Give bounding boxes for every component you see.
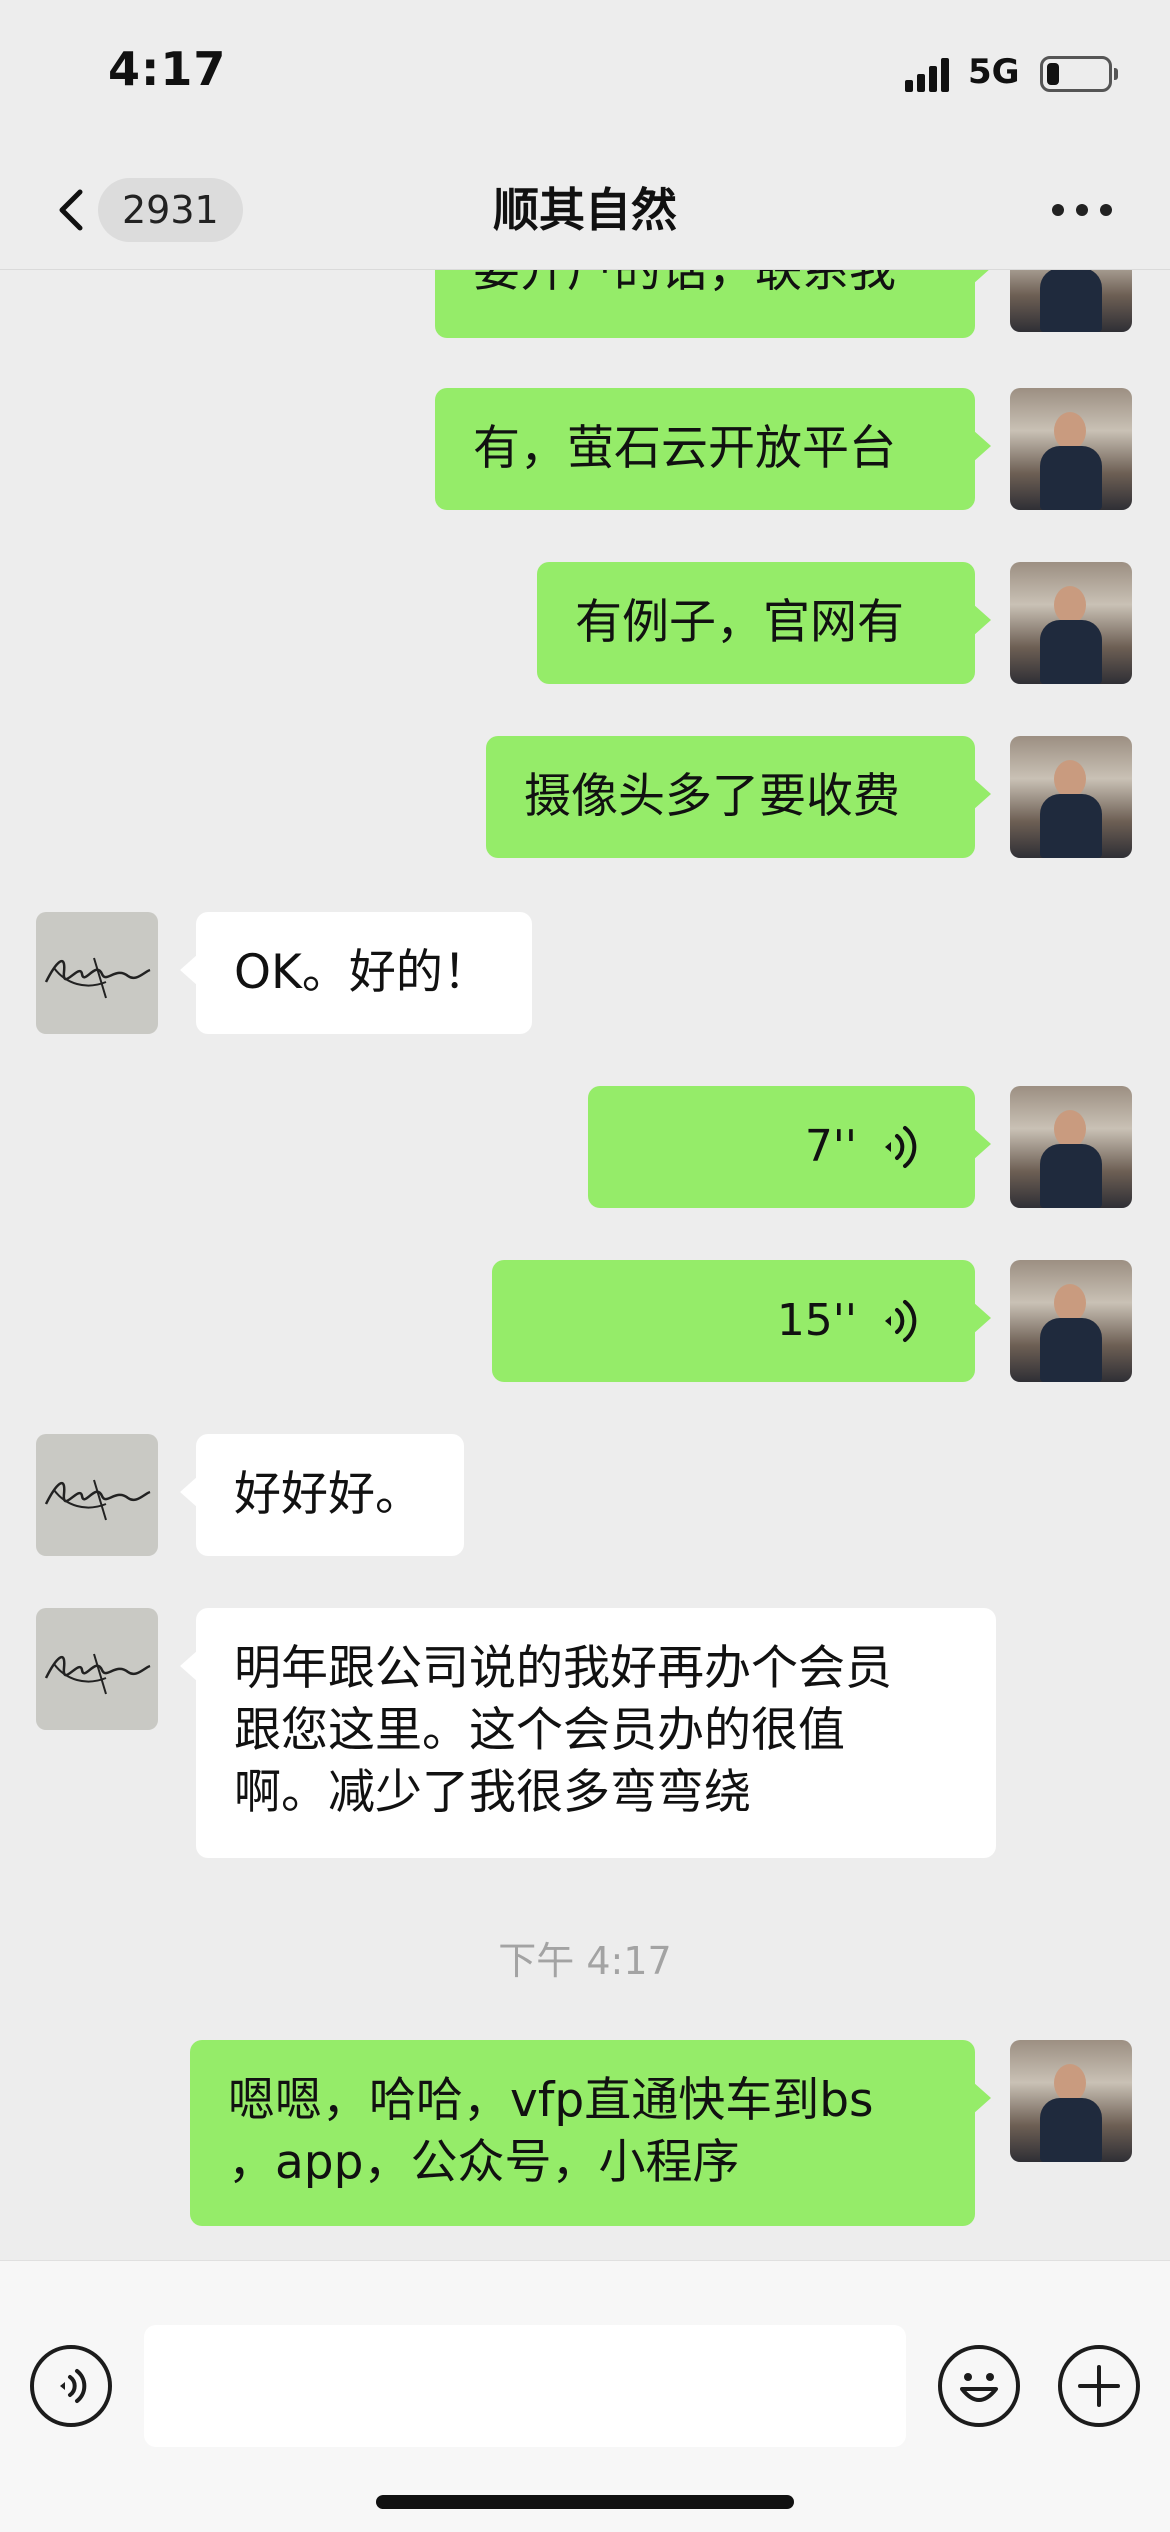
message-list[interactable]: 要开户的话，联系我 有，萤石云开放平台 有例子，官网有 摄像头多了要收费 OK。… xyxy=(0,270,1170,2260)
voice-duration: 15'' xyxy=(776,1295,857,1346)
battery-icon xyxy=(1040,56,1118,92)
my-avatar[interactable] xyxy=(1010,2040,1132,2162)
my-avatar[interactable] xyxy=(1010,1260,1132,1382)
voice-message-bubble[interactable]: 7'' xyxy=(588,1086,991,1208)
contact-avatar[interactable] xyxy=(36,1434,158,1556)
more-dots-icon[interactable] xyxy=(1052,198,1112,218)
message-bubble[interactable]: 摄像头多了要收费 xyxy=(486,736,991,858)
my-avatar[interactable] xyxy=(1010,736,1132,858)
chat-header: 2931 顺其自然 xyxy=(0,150,1170,270)
message-text: 有，萤石云开放平台 xyxy=(473,421,896,476)
message-bubble[interactable]: 有，萤石云开放平台 xyxy=(435,388,991,510)
message-text: 有例子，官网有 xyxy=(575,595,904,650)
voice-wave-icon xyxy=(885,1126,917,1168)
message-bubble[interactable]: 要开户的话，联系我 xyxy=(435,270,991,338)
home-indicator[interactable] xyxy=(376,2495,794,2509)
voice-wave-icon xyxy=(885,1300,917,1342)
message-text: 摄像头多了要收费 xyxy=(524,769,900,824)
message-input[interactable] xyxy=(144,2325,906,2447)
voice-input-icon[interactable] xyxy=(30,2345,112,2427)
plus-icon[interactable] xyxy=(1058,2345,1140,2427)
message-bubble[interactable]: OK。好的！ xyxy=(180,912,532,1034)
message-timestamp: 下午 4:17 xyxy=(498,1939,672,1983)
message-text: 要开户的话，联系我 xyxy=(473,270,896,298)
my-avatar[interactable] xyxy=(1010,1086,1132,1208)
message-text: OK。好的！ xyxy=(234,945,490,1000)
voice-message-bubble[interactable]: 15'' xyxy=(492,1260,991,1382)
status-time: 4:17 xyxy=(108,42,227,96)
message-text: 好好好。 xyxy=(234,1467,422,1522)
message-bubble[interactable]: 有例子，官网有 xyxy=(537,562,991,684)
message-bubble[interactable]: 好好好。 xyxy=(180,1434,464,1556)
my-avatar[interactable] xyxy=(1010,270,1132,332)
contact-avatar[interactable] xyxy=(36,912,158,1034)
voice-duration: 7'' xyxy=(804,1121,857,1172)
signal-icon xyxy=(905,58,951,92)
message-bubble[interactable]: 嗯嗯，哈哈，vfp直通快车到bs ，app，公众号，小程序 xyxy=(190,2040,991,2226)
message-bubble[interactable]: 明年跟公司说的我好再办个会员 跟您这里。这个会员办的很值 啊。减少了我很多弯弯绕 xyxy=(180,1608,996,1858)
status-bar: 4:17 5G xyxy=(0,0,1170,150)
contact-avatar[interactable] xyxy=(36,1608,158,1730)
message-text: 明年跟公司说的我好再办个会员 跟您这里。这个会员办的很值 啊。减少了我很多弯弯绕 xyxy=(234,1641,892,1820)
chat-input-bar xyxy=(0,2260,1170,2532)
my-avatar[interactable] xyxy=(1010,562,1132,684)
chat-title: 顺其自然 xyxy=(493,183,677,237)
my-avatar[interactable] xyxy=(1010,388,1132,510)
network-type: 5G xyxy=(968,52,1020,92)
message-text: 嗯嗯，哈哈，vfp直通快车到bs ，app，公众号，小程序 xyxy=(228,2073,874,2190)
emoji-icon[interactable] xyxy=(938,2345,1020,2427)
